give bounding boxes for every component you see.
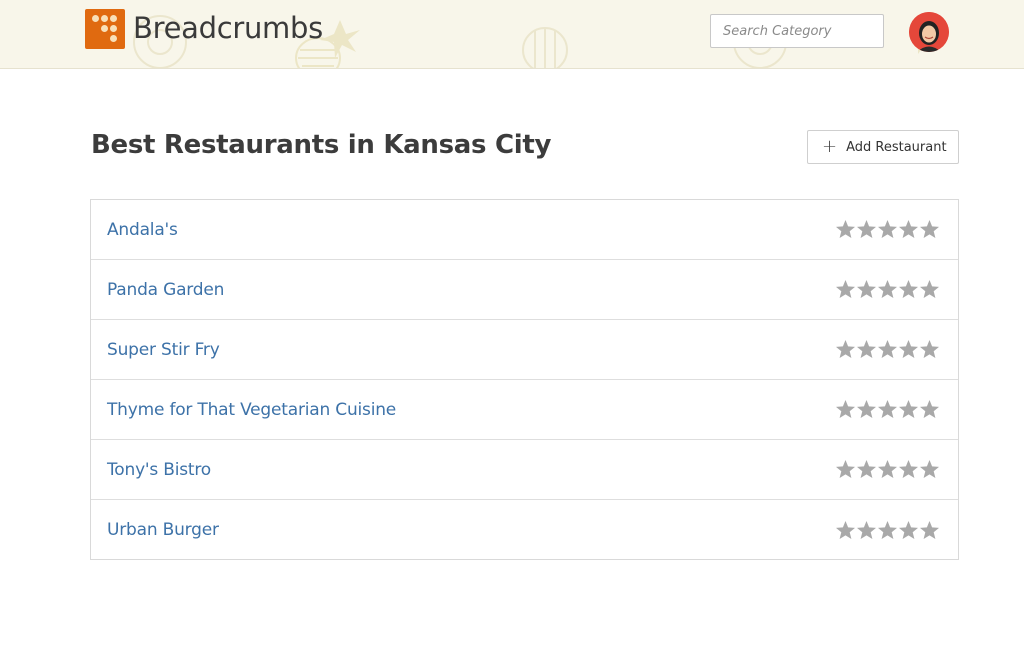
star-icon[interactable]: [877, 520, 898, 541]
star-icon[interactable]: [877, 459, 898, 480]
add-restaurant-label: Add Restaurant: [846, 139, 947, 155]
restaurant-link[interactable]: Tony's Bistro: [107, 460, 211, 480]
user-avatar[interactable]: [909, 12, 949, 52]
restaurant-row: Thyme for That Vegetarian Cuisine: [91, 380, 958, 440]
star-icon[interactable]: [856, 399, 877, 420]
restaurant-row: Urban Burger: [91, 500, 958, 560]
star-icon[interactable]: [856, 459, 877, 480]
star-icon[interactable]: [877, 219, 898, 240]
avatar-icon: [909, 12, 949, 52]
star-icon[interactable]: [919, 520, 940, 541]
restaurant-row: Andala's: [91, 200, 958, 260]
star-rating[interactable]: [835, 219, 940, 240]
restaurant-link[interactable]: Thyme for That Vegetarian Cuisine: [107, 400, 396, 420]
star-icon[interactable]: [877, 399, 898, 420]
star-icon[interactable]: [835, 399, 856, 420]
restaurant-row: Panda Garden: [91, 260, 958, 320]
star-icon[interactable]: [898, 219, 919, 240]
star-icon[interactable]: [856, 219, 877, 240]
star-icon[interactable]: [919, 459, 940, 480]
star-icon[interactable]: [835, 459, 856, 480]
plus-icon: +: [822, 136, 838, 157]
star-icon[interactable]: [835, 520, 856, 541]
star-icon[interactable]: [919, 279, 940, 300]
restaurant-link[interactable]: Andala's: [107, 220, 178, 240]
restaurant-link[interactable]: Super Stir Fry: [107, 340, 220, 360]
star-rating[interactable]: [835, 399, 940, 420]
star-icon[interactable]: [835, 279, 856, 300]
star-icon[interactable]: [919, 219, 940, 240]
page-title: Best Restaurants in Kansas City: [91, 130, 552, 160]
star-icon[interactable]: [856, 279, 877, 300]
star-icon[interactable]: [835, 219, 856, 240]
star-icon[interactable]: [877, 279, 898, 300]
restaurant-row: Super Stir Fry: [91, 320, 958, 380]
star-icon[interactable]: [919, 399, 940, 420]
star-icon[interactable]: [835, 339, 856, 360]
brand-name[interactable]: Breadcrumbs: [133, 10, 323, 46]
star-rating[interactable]: [835, 459, 940, 480]
top-header: Breadcrumbs: [0, 0, 1024, 69]
add-restaurant-button[interactable]: + Add Restaurant: [807, 130, 959, 164]
star-rating[interactable]: [835, 520, 940, 541]
star-rating[interactable]: [835, 339, 940, 360]
star-icon[interactable]: [856, 339, 877, 360]
logo-icon[interactable]: [85, 9, 125, 49]
restaurant-link[interactable]: Urban Burger: [107, 520, 219, 540]
restaurant-row: Tony's Bistro: [91, 440, 958, 500]
star-icon[interactable]: [877, 339, 898, 360]
restaurant-link[interactable]: Panda Garden: [107, 280, 224, 300]
search-input[interactable]: [710, 14, 884, 48]
star-icon[interactable]: [898, 279, 919, 300]
star-rating[interactable]: [835, 279, 940, 300]
star-icon[interactable]: [856, 520, 877, 541]
star-icon[interactable]: [898, 459, 919, 480]
star-icon[interactable]: [898, 339, 919, 360]
star-icon[interactable]: [919, 339, 940, 360]
restaurant-list: Andala's Panda Garden Super Stir Fry Thyme …: [90, 199, 959, 560]
star-icon[interactable]: [898, 520, 919, 541]
star-icon[interactable]: [898, 399, 919, 420]
